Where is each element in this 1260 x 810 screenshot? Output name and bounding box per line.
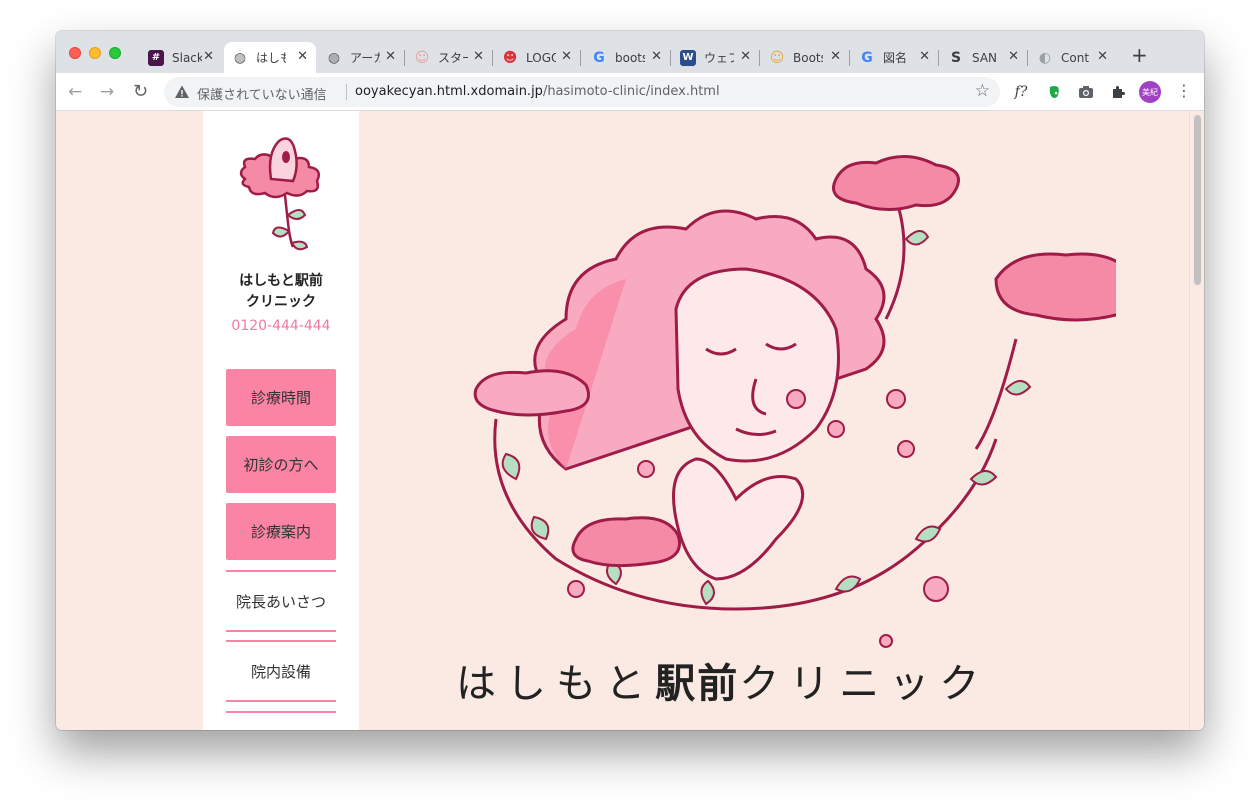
eye-icon: ◐ (1038, 49, 1052, 66)
evernote-extension-icon[interactable] (1044, 82, 1064, 102)
phone-number[interactable]: 0120-444-444 (203, 318, 359, 334)
hero-title-bold: 駅前 (655, 660, 740, 707)
tab-close-icon[interactable]: ✕ (1097, 50, 1108, 64)
hero-title-suffix: クリニック (739, 661, 990, 707)
tab-close-icon[interactable]: ✕ (651, 50, 662, 64)
browser-tab[interactable]: ☺ スター ✕ (406, 42, 493, 73)
tab-title: 図名 (883, 51, 908, 65)
tab-separator (849, 50, 850, 66)
bookmark-star-icon[interactable]: ☆ (975, 81, 990, 101)
logo-face-icon: ☻ (502, 49, 518, 66)
browser-tab[interactable]: Gbootstrap ✕ (583, 42, 671, 73)
tab-title: スター (438, 51, 468, 65)
menu-divider (226, 570, 336, 572)
new-tab-button[interactable]: + (1131, 45, 1148, 65)
tab-title: SAN (972, 50, 998, 65)
omnibox-divider (346, 84, 347, 100)
hero-title: はしもと駅前クリニック (456, 651, 1016, 709)
tab-title: ウェブ (704, 51, 734, 65)
zoom-window-button[interactable] (109, 47, 121, 59)
sidebar: はしもと駅前 クリニック 0120-444-444 診療時間 初診の方へ 診療案… (203, 111, 359, 730)
profile-avatar[interactable]: 美紀 (1139, 81, 1161, 103)
google-icon: G (593, 49, 605, 66)
tab-title: Bootstrap (793, 50, 823, 65)
tab-separator (404, 50, 405, 66)
tab-close-icon[interactable]: ✕ (740, 50, 751, 64)
google-icon: G (861, 49, 873, 66)
browser-tab[interactable]: G 図名 ✕ (851, 42, 939, 73)
globe-icon: ◍ (327, 49, 341, 66)
scrollbar-thumb[interactable] (1194, 115, 1201, 285)
nav-facilities-link[interactable]: 院内設備 (226, 661, 336, 682)
clinic-name-line2: クリニック (246, 294, 316, 310)
minimize-window-button[interactable] (89, 47, 101, 59)
slack-icon: # (148, 49, 164, 66)
tab-separator (580, 50, 581, 66)
character-icon: ☺ (769, 49, 785, 66)
tab-close-icon[interactable]: ✕ (473, 50, 484, 64)
address-bar[interactable]: 保護されていない通信 ooyakecyan.html.xdomain.jp/ha… (164, 77, 1000, 107)
hero-illustration (473, 154, 1116, 648)
menu-divider (226, 711, 336, 713)
tab-strip: #Slack✕◍はしもと駅前クリニック✕◍アーカイブ✕☺スター✕☻LOGO✕Gb… (56, 31, 1204, 73)
tab-separator (1027, 50, 1028, 66)
nav-guide-button[interactable]: 診療案内 (226, 503, 336, 560)
tab-separator (492, 50, 493, 66)
browser-tab[interactable]: ☻ LOGO ✕ (494, 42, 581, 73)
scrollbar[interactable] (1189, 111, 1204, 730)
hero-title-prefix: はしもと (456, 661, 656, 707)
menu-divider (226, 640, 336, 642)
browser-tab[interactable]: ◍ はしもと駅前クリニック ✕ (224, 42, 316, 73)
clinic-name-line1: はしもと駅前 (239, 273, 323, 289)
browser-tab[interactable]: # Slack ✕ (140, 42, 222, 73)
tab-title: Cont (1061, 50, 1090, 65)
browser-tab[interactable]: W ウェブ ✕ (672, 42, 760, 73)
browser-tab[interactable]: S SAN ✕ (940, 42, 1028, 73)
tab-close-icon[interactable]: ✕ (1008, 50, 1019, 64)
nav-greeting-link[interactable]: 院長あいさつ (226, 591, 336, 612)
tab-title: Slack (172, 50, 202, 65)
tab-close-icon[interactable]: ✕ (919, 50, 930, 64)
browser-tab[interactable]: ◍ アーカイブ ✕ (318, 42, 405, 73)
security-label[interactable]: 保護されていない通信 (197, 84, 327, 103)
tab-close-icon[interactable]: ✕ (385, 50, 396, 64)
tab-close-icon[interactable]: ✕ (561, 50, 572, 64)
menu-kebab-icon[interactable]: ⋮ (1176, 82, 1192, 100)
tab-separator (759, 50, 760, 66)
menu-divider (226, 700, 336, 702)
globe-icon: ◍ (233, 49, 247, 66)
tab-close-icon[interactable]: ✕ (297, 50, 308, 64)
back-button[interactable]: ← (68, 82, 82, 102)
tab-close-icon[interactable]: ✕ (203, 50, 214, 64)
forward-button[interactable]: → (100, 82, 114, 102)
menu-divider (226, 630, 336, 632)
extensions-puzzle-icon[interactable] (1108, 82, 1128, 102)
url-text[interactable]: ooyakecyan.html.xdomain.jp/hasimoto-clin… (355, 84, 720, 99)
nav-hours-button[interactable]: 診療時間 (226, 369, 336, 426)
tab-close-icon[interactable]: ✕ (830, 50, 841, 64)
nav-first-visit-button[interactable]: 初診の方へ (226, 436, 336, 493)
tab-title: LOGO (526, 50, 556, 65)
tab-separator (670, 50, 671, 66)
warning-icon[interactable] (174, 84, 190, 100)
close-window-button[interactable] (69, 47, 81, 59)
wp-icon: W (680, 49, 696, 66)
tab-title: はしもと駅前クリニック (256, 51, 286, 65)
star-face-icon: ☺ (414, 49, 430, 66)
browser-tab[interactable]: ☺ Bootstrap ✕ (761, 42, 850, 73)
san-icon: S (950, 49, 962, 66)
clinic-logo[interactable] (231, 135, 331, 255)
tab-title: アーカイブ (350, 51, 380, 65)
reload-button[interactable]: ↻ (133, 82, 148, 102)
toolbar: ← → ↻ 保護されていない通信 ooyakecyan.html.xdomain… (56, 73, 1204, 111)
page-viewport: はしもと駅前 クリニック 0120-444-444 診療時間 初診の方へ 診療案… (56, 111, 1204, 730)
font-extension-icon[interactable]: f? (1011, 82, 1031, 102)
browser-window: #Slack✕◍はしもと駅前クリニック✕◍アーカイブ✕☺スター✕☻LOGO✕Gb… (56, 31, 1204, 730)
clinic-name: はしもと駅前 クリニック (203, 271, 359, 313)
tab-separator (938, 50, 939, 66)
camera-extension-icon[interactable] (1076, 82, 1096, 102)
tab-title: bootstrap (615, 50, 645, 65)
browser-tab[interactable]: ◐ Cont ✕ (1029, 42, 1116, 73)
